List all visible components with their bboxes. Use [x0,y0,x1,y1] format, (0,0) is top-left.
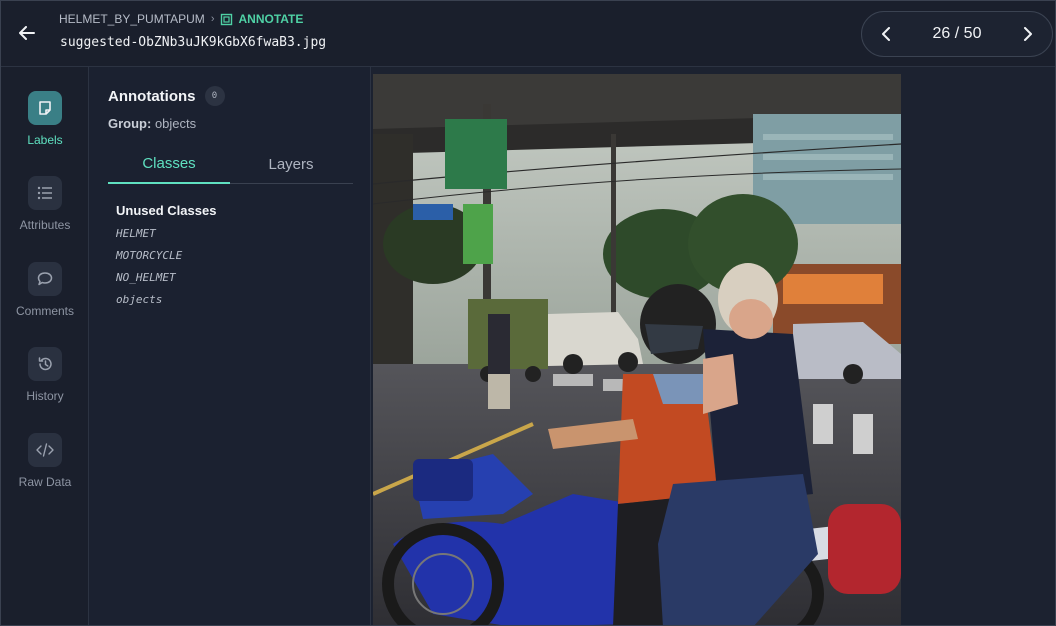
panel-title: Annotations 0 [108,86,225,106]
previous-image-button[interactable] [876,24,896,44]
file-name: suggested-ObZNb3uJK9kGbX6fwaB3.jpg [60,35,327,50]
breadcrumb-dataset[interactable]: HELMET_BY_PUMTAPUM [59,12,205,26]
rail-label: Labels [27,133,63,147]
list-item[interactable]: MOTORCYCLE [116,249,182,271]
back-button[interactable] [13,21,41,45]
page-count: 26 / 50 [932,25,982,42]
panel-tabs: Classes Layers [108,145,353,184]
rail-item-raw-data[interactable]: Raw Data [1,433,89,489]
annotations-panel: Annotations 0 Group: objects Classes Lay… [90,67,371,625]
group-value: objects [154,116,197,131]
annotation-canvas[interactable] [372,67,1055,625]
tab-classes[interactable]: Classes [108,145,230,184]
history-icon [28,347,62,381]
rail-label: Comments [15,304,74,318]
breadcrumb-annotate: ANNOTATE [220,12,303,26]
annotations-heading: Annotations [108,87,196,105]
rail-label: Attributes [19,218,71,232]
chevron-left-icon [882,27,890,41]
group-info: Group: objects [108,116,196,131]
chevron-right-icon: › [210,13,215,25]
group-label: Group: [108,116,152,131]
rail-label: Raw Data [18,475,72,489]
side-rail: Labels Attributes Comments History Raw D… [1,67,89,625]
list-item[interactable]: HELMET [116,227,182,249]
annotate-icon [221,13,233,25]
rail-item-attributes[interactable]: Attributes [1,176,89,232]
unused-class-list: HELMET MOTORCYCLE NO_HELMET objects [116,227,182,315]
breadcrumb: HELMET_BY_PUMTAPUM › ANNOTATE [59,12,303,26]
unused-classes-heading: Unused Classes [116,203,217,218]
image-pager: 26 / 50 [861,11,1053,57]
street-photo[interactable] [373,74,901,625]
annotate-label: ANNOTATE [238,12,304,26]
annotation-count-badge: 0 [204,86,225,106]
list-icon [28,176,62,210]
rail-item-history[interactable]: History [1,347,89,403]
list-item[interactable]: objects [116,293,182,315]
rail-label: History [26,389,64,403]
arrow-left-icon [19,26,35,40]
annotation-app: HELMET_BY_PUMTAPUM › ANNOTATE suggested-… [0,0,1056,626]
tab-layers[interactable]: Layers [230,145,352,183]
note-icon [28,91,62,125]
next-image-button[interactable] [1018,24,1038,44]
rail-item-labels[interactable]: Labels [1,91,89,147]
chevron-right-icon [1024,27,1032,41]
rail-item-comments[interactable]: Comments [1,262,89,318]
speech-bubble-icon [28,262,62,296]
code-icon [28,433,62,467]
list-item[interactable]: NO_HELMET [116,271,182,293]
top-bar: HELMET_BY_PUMTAPUM › ANNOTATE suggested-… [1,1,1055,67]
